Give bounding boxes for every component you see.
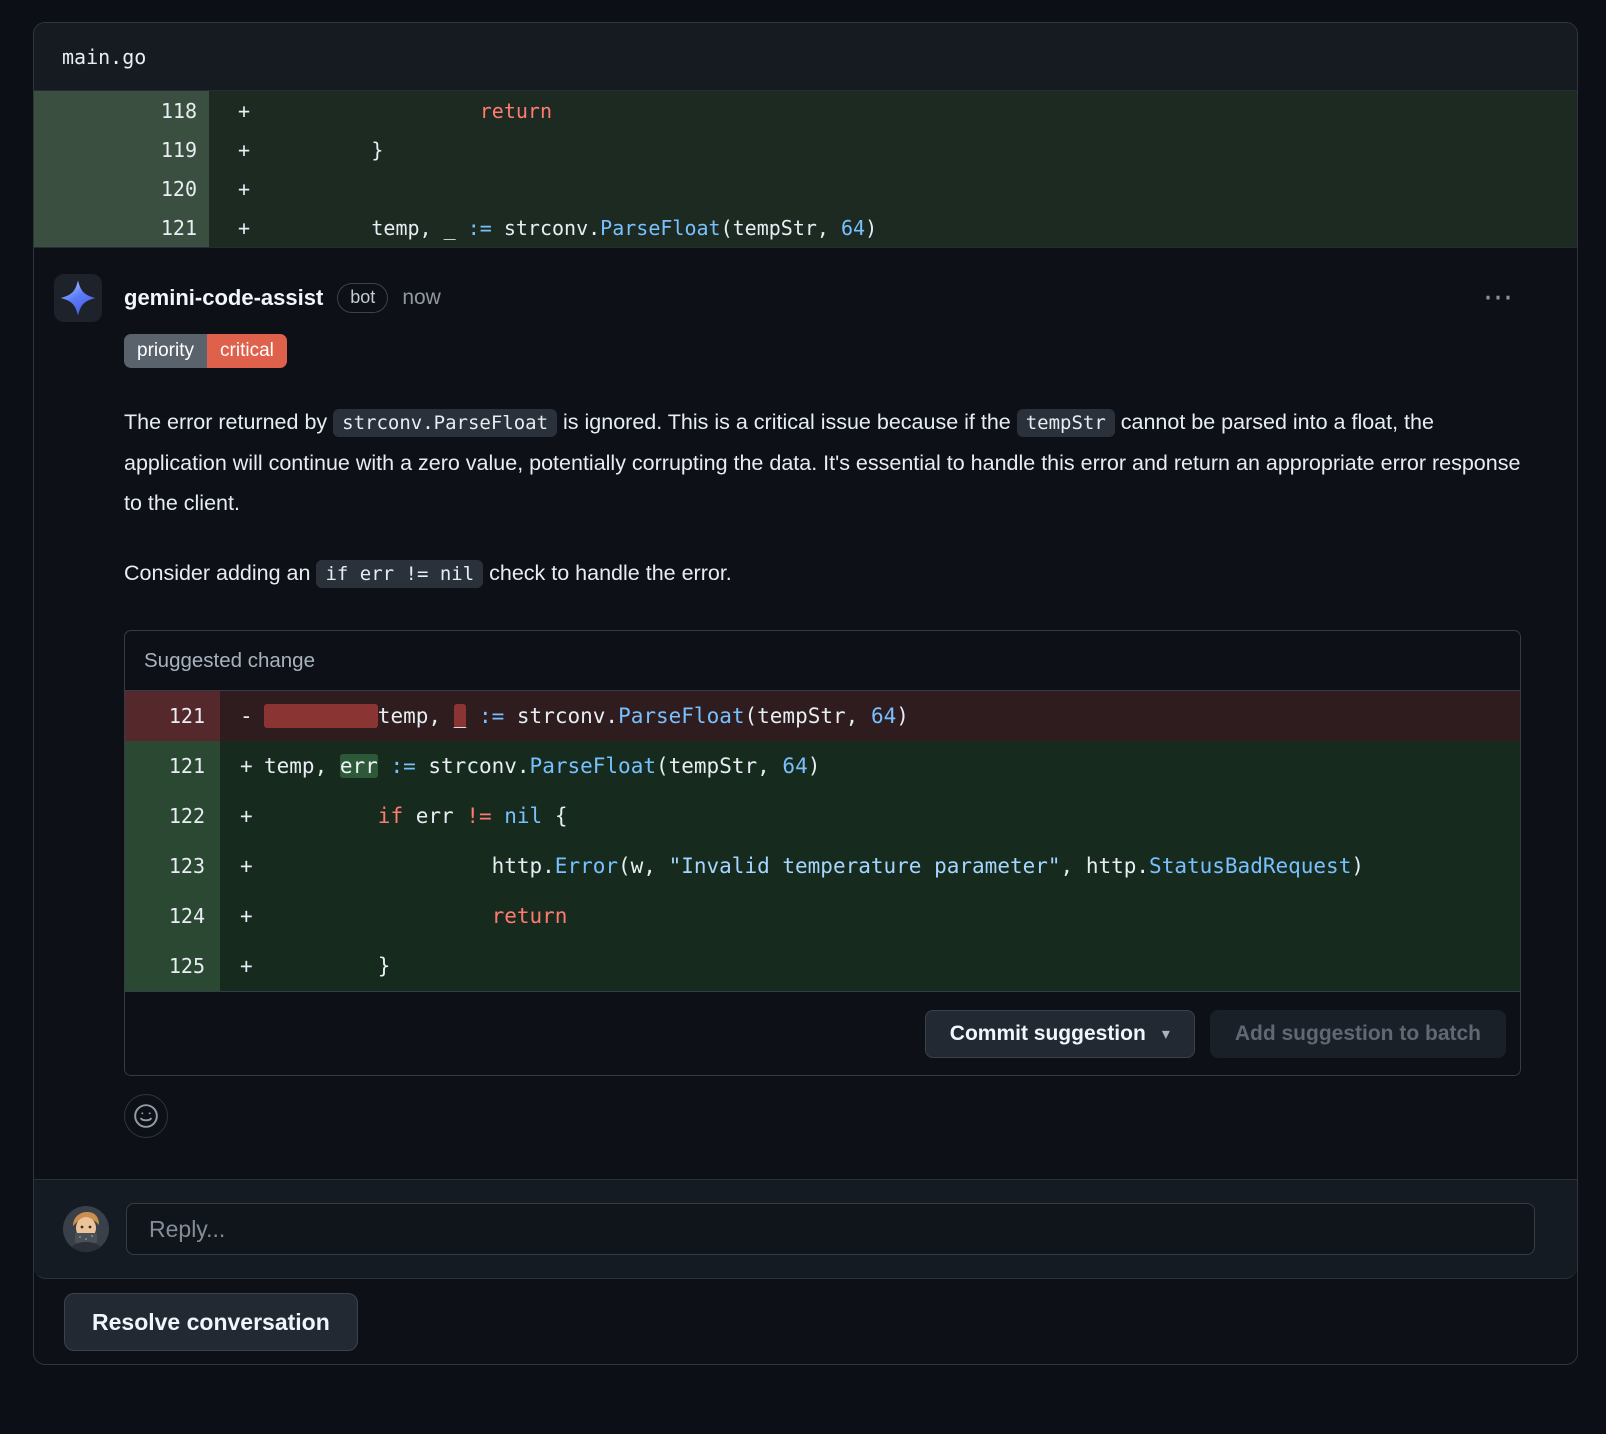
line-number: 121 xyxy=(125,741,220,791)
inline-code: if err != nil xyxy=(316,560,483,588)
resolve-conversation-button[interactable]: Resolve conversation xyxy=(64,1293,358,1351)
diff-sign: + xyxy=(240,954,264,978)
kebab-menu-icon[interactable]: ⋯ xyxy=(1477,284,1521,312)
reaction-row xyxy=(124,1094,1521,1138)
inline-code: tempStr xyxy=(1017,409,1115,437)
diff-row: 120 + xyxy=(34,169,1577,208)
comment-header: gemini-code-assist bot now ⋯ xyxy=(124,274,1521,322)
commit-suggestion-button[interactable]: Commit suggestion ▾ xyxy=(925,1010,1195,1058)
suggestion-title: Suggested change xyxy=(144,649,315,673)
timestamp[interactable]: now xyxy=(402,286,441,310)
code-line: return xyxy=(264,904,567,928)
priority-badge-value: critical xyxy=(207,334,287,368)
diff-row: 122 + if err != nil { xyxy=(125,791,1520,841)
context-diff: 118 + return 119 + } 120 +121 + temp, _ := str… xyxy=(34,91,1577,247)
line-number: 124 xyxy=(125,891,220,941)
review-thread-card: main.go 118 + return 119 + } 120 +121 + temp, … xyxy=(33,22,1578,1365)
suggestion-diff: 121- temp, _ := strconv.ParseFloat(tempS… xyxy=(125,691,1520,991)
inline-code: strconv.ParseFloat xyxy=(333,409,557,437)
diff-row: 124 + return xyxy=(125,891,1520,941)
line-number: 125 xyxy=(125,941,220,991)
file-header: main.go xyxy=(34,23,1577,91)
smiley-icon xyxy=(133,1103,159,1129)
comment-paragraph: The error returned by strconv.ParseFloat… xyxy=(124,402,1521,523)
priority-badge: priority critical xyxy=(124,334,287,368)
diff-row: 121- temp, _ := strconv.ParseFloat(tempS… xyxy=(125,691,1520,741)
code-line: if err != nil { xyxy=(264,804,568,828)
diff-sign: + xyxy=(240,804,264,828)
diff-row: 118 + return xyxy=(34,91,1577,130)
chevron-down-icon: ▾ xyxy=(1162,1024,1170,1043)
comment-paragraph: Consider adding an if err != nil check t… xyxy=(124,553,1521,594)
bot-avatar xyxy=(54,274,102,322)
code-line: temp, err := strconv.ParseFloat(tempStr,… xyxy=(264,754,820,778)
author-name: gemini-code-assist xyxy=(124,285,323,311)
file-name: main.go xyxy=(62,45,146,69)
code-line: } xyxy=(264,954,390,978)
diff-row: 119 + } xyxy=(34,130,1577,169)
reply-band xyxy=(34,1179,1577,1279)
reply-input[interactable] xyxy=(126,1203,1535,1255)
diff-row: 125 + } xyxy=(125,941,1520,991)
diff-row: 121 + temp, _ := strconv.ParseFloat(tempS… xyxy=(34,208,1577,247)
resolve-band: Resolve conversation xyxy=(34,1279,1577,1364)
comment-section: gemini-code-assist bot now ⋯ priority cr… xyxy=(34,247,1577,1179)
code-line: http.Error(w, "Invalid temperature param… xyxy=(264,854,1364,878)
line-number: 121 xyxy=(125,691,220,741)
bot-badge: bot xyxy=(337,283,388,313)
diff-row: 121 +temp, err := strconv.ParseFloat(temp… xyxy=(125,741,1520,791)
code-line: temp, _ := strconv.ParseFloat(tempStr, 6… xyxy=(264,704,909,728)
diff-sign: + xyxy=(238,138,263,162)
code-line: return xyxy=(263,99,552,123)
line-number[interactable]: 121 xyxy=(34,208,209,247)
code-line: temp, _ := strconv.ParseFloat(tempStr, 6… xyxy=(263,216,877,240)
diff-sign: + xyxy=(238,99,263,123)
gemini-sparkle-icon xyxy=(58,278,98,318)
diff-row: 123 + http.Error(w, "Invalid temperature … xyxy=(125,841,1520,891)
add-suggestion-to-batch-button[interactable]: Add suggestion to batch xyxy=(1210,1010,1506,1058)
suggestion-box: Suggested change 121- temp, _ := strconv… xyxy=(124,630,1521,1076)
line-number[interactable]: 119 xyxy=(34,130,209,169)
user-avatar xyxy=(63,1206,109,1252)
diff-sign: + xyxy=(240,754,264,778)
review-thread-screen: main.go 118 + return 119 + } 120 +121 + temp, … xyxy=(0,0,1606,1434)
diff-sign: - xyxy=(240,704,264,728)
comment-main: gemini-code-assist bot now ⋯ priority cr… xyxy=(124,274,1521,1179)
diff-sign: + xyxy=(238,216,263,240)
line-number: 122 xyxy=(125,791,220,841)
line-number[interactable]: 120 xyxy=(34,169,209,208)
priority-badge-key: priority xyxy=(124,334,207,368)
commit-suggestion-label: Commit suggestion xyxy=(950,1022,1146,1046)
emoji-reaction-button[interactable] xyxy=(124,1094,168,1138)
line-number: 123 xyxy=(125,841,220,891)
code-line: } xyxy=(263,138,383,162)
line-number[interactable]: 118 xyxy=(34,91,209,130)
diff-sign: + xyxy=(240,854,264,878)
memoji-avatar-icon xyxy=(63,1206,109,1252)
diff-sign: + xyxy=(238,177,263,201)
suggestion-header: Suggested change xyxy=(125,631,1520,691)
diff-sign: + xyxy=(240,904,264,928)
suggestion-footer: Commit suggestion ▾ Add suggestion to ba… xyxy=(125,991,1520,1075)
